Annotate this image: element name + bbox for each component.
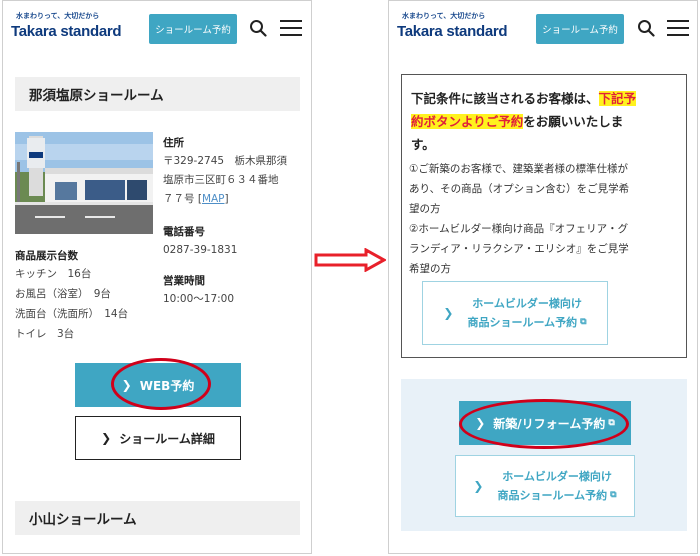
address-label: 住所	[163, 137, 184, 149]
map-link[interactable]: MAP	[202, 193, 225, 205]
search-icon[interactable]	[637, 19, 655, 37]
condition-line: ②ホームビルダー様向け商品『オフェリア・グ	[409, 223, 629, 235]
condition-line: 希望の方	[409, 263, 451, 275]
showroom-detail-button[interactable]: ❯ ショールーム詳細	[75, 416, 241, 460]
logo[interactable]: Takara standard	[11, 23, 122, 40]
address-line: ７７号 [	[163, 193, 202, 205]
logo-tagline: 水まわりって、大切だから	[402, 12, 486, 20]
display-item: 洗面台（洗面所） 14台	[15, 308, 129, 320]
header-reserve-button[interactable]: ショールーム予約	[536, 14, 624, 44]
highlight-ellipse	[459, 399, 629, 449]
site-header: 水まわりって、大切だから Takara standard ショールーム予約	[3, 1, 311, 57]
hamburger-menu-icon[interactable]	[667, 20, 689, 36]
highlight-ellipse	[111, 358, 211, 410]
arrow-right-icon	[314, 248, 386, 272]
phone-label: 電話番号	[163, 226, 205, 238]
logo-tagline: 水まわりって、大切だから	[16, 12, 100, 20]
left-phone-screen: 水まわりって、大切だから Takara standard ショールーム予約 那須…	[2, 0, 312, 554]
external-link-icon: ⧉	[610, 490, 617, 500]
homebuilder-label-line: 商品ショールーム予約	[497, 489, 608, 502]
address-line: 塩原市三区町６３４番地	[163, 174, 279, 186]
homebuilder-label-line: ホームビルダー様向け	[472, 297, 582, 310]
homebuilder-label-line: ホームビルダー様向け	[502, 470, 612, 483]
display-item: お風呂（浴室） 9台	[15, 288, 111, 300]
conditions-highlight: 約ボタンよりご予約	[411, 114, 524, 129]
chevron-right-icon: ❯	[443, 305, 454, 320]
phone-number[interactable]: 0287-39-1831	[163, 241, 237, 260]
display-count-label: 商品展示台数	[15, 250, 78, 262]
address-line: 〒329-2745 栃木県那須	[163, 155, 288, 167]
homebuilder-reserve-label: ホームビルダー様向け 商品ショールーム予約 ⧉	[497, 467, 616, 505]
homebuilder-reserve-button[interactable]: ❯ ホームビルダー様向け 商品ショールーム予約 ⧉	[422, 281, 608, 345]
condition-1: ①ご新築のお客様で、建築業者様の標準仕様が あり、その商品（オプション含む）をご…	[409, 159, 677, 219]
conditions-title-text: す。	[411, 137, 435, 152]
next-showroom-title: 小山ショールーム	[15, 501, 300, 535]
conditions-title-text: をお願いいたしま	[523, 114, 624, 129]
address-line-map: ７７号 [MAP]	[163, 190, 229, 209]
condition-line: あり、その商品（オプション含む）をご見学希	[409, 183, 630, 195]
hours-label: 営業時間	[163, 275, 205, 287]
homebuilder-label-line: 商品ショールーム予約	[467, 316, 578, 329]
condition-line: 望の方	[409, 203, 441, 215]
showroom-title: 那須塩原ショールーム	[15, 77, 300, 111]
condition-2: ②ホームビルダー様向け商品『オフェリア・グ ランディア・リラクシア・エリシオ』を…	[409, 219, 677, 279]
conditions-highlight: 下記予	[598, 91, 637, 106]
conditions-title: 下記条件に該当されるお客様は、下記予約ボタンよりご予約をお願いいたします。	[411, 87, 677, 156]
chevron-right-icon: ❯	[101, 431, 112, 445]
display-item: キッチン 16台	[15, 268, 92, 280]
conditions-title-text: 下記条件に該当されるお客様は、	[411, 91, 599, 106]
showroom-photo	[15, 132, 153, 234]
header-reserve-button[interactable]: ショールーム予約	[149, 14, 237, 44]
search-icon[interactable]	[249, 19, 267, 37]
right-phone-screen: 水まわりって、大切だから Takara standard ショールーム予約 下記…	[388, 0, 698, 554]
showroom-detail-label: ショールーム詳細	[119, 431, 215, 446]
homebuilder-reserve-label: ホームビルダー様向け 商品ショールーム予約 ⧉	[467, 294, 586, 332]
hamburger-menu-icon[interactable]	[280, 20, 302, 36]
map-bracket: ]	[224, 193, 229, 205]
site-header: 水まわりって、大切だから Takara standard ショールーム予約	[389, 1, 697, 57]
condition-line: ①ご新築のお客様で、建築業者様の標準仕様が	[409, 163, 628, 175]
chevron-right-icon: ❯	[473, 478, 484, 493]
hours-value: 10:00〜17:00	[163, 293, 235, 305]
external-link-icon: ⧉	[580, 317, 587, 327]
logo[interactable]: Takara standard	[397, 23, 508, 40]
homebuilder-reserve-button-2[interactable]: ❯ ホームビルダー様向け 商品ショールーム予約 ⧉	[455, 455, 635, 517]
condition-line: ランディア・リラクシア・エリシオ』をご見学	[409, 243, 629, 255]
display-item: トイレ 3台	[15, 328, 75, 340]
